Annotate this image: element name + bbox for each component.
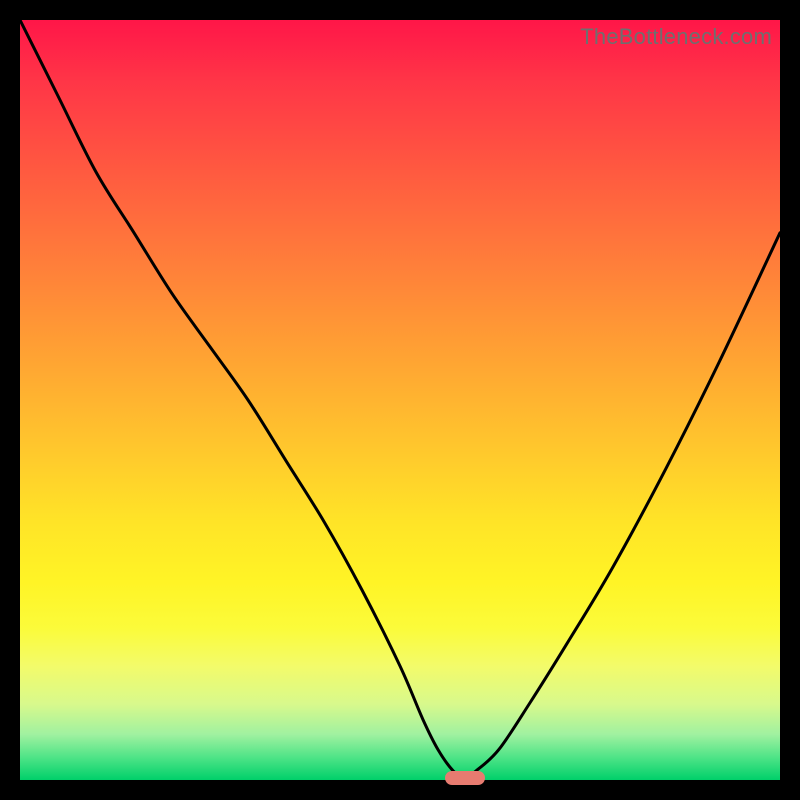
watermark-text: TheBottleneck.com	[580, 24, 772, 50]
plot-gradient-background	[20, 20, 780, 780]
optimal-point-marker	[445, 771, 485, 785]
chart-frame: TheBottleneck.com	[20, 20, 780, 780]
